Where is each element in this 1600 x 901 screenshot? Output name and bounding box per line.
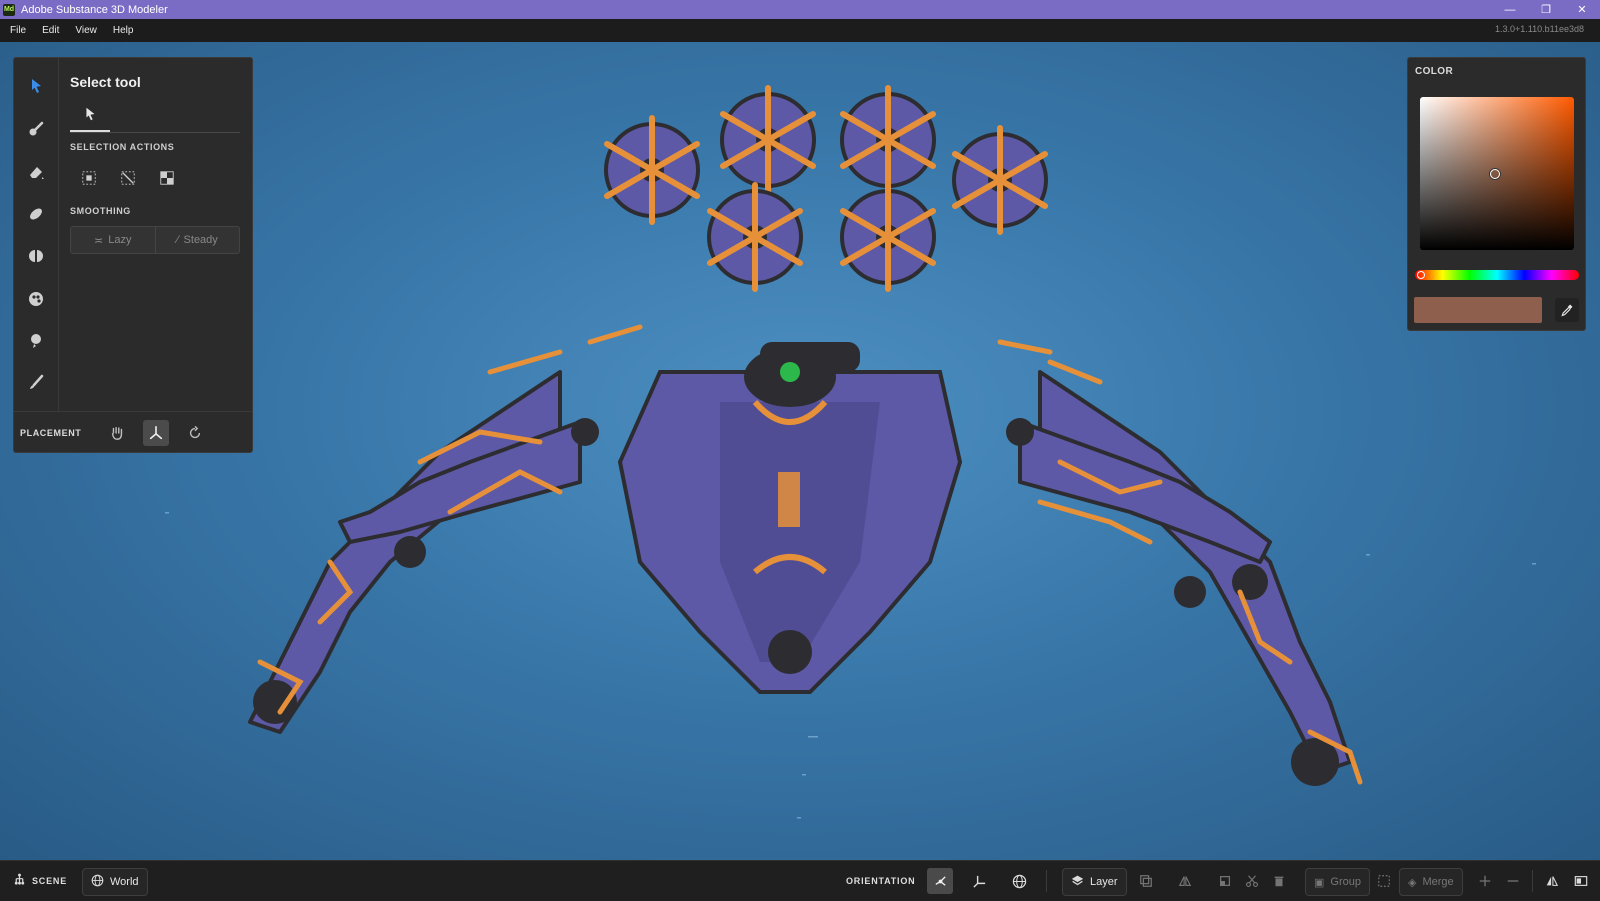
orientation-world-globe-icon[interactable] (1006, 868, 1032, 894)
tool-panel: Select tool SELECTION ACTIONS SMOOTHING … (13, 57, 253, 453)
minimize-icon[interactable]: — (1492, 0, 1528, 19)
close-icon[interactable]: ✕ (1564, 0, 1600, 19)
divider (1046, 870, 1047, 892)
color-picker-handle[interactable] (1490, 169, 1500, 179)
placement-label: PLACEMENT (20, 427, 82, 438)
view-mode-icon[interactable] (1568, 868, 1594, 894)
smoothing-lazy-button[interactable]: ≍ Lazy (71, 227, 155, 253)
panel-title: Select tool (70, 74, 141, 90)
stamp-icon[interactable] (22, 327, 50, 355)
eyedropper-icon[interactable] (1555, 298, 1579, 322)
tab-divider (70, 132, 240, 133)
globe-icon (91, 874, 104, 890)
symmetry-toggle-icon[interactable] (1539, 868, 1565, 894)
hue-slider[interactable] (1415, 270, 1579, 280)
color-panel-title: COLOR (1415, 66, 1454, 77)
window-controls: — ❐ ✕ (1492, 0, 1600, 19)
smooth-brush-icon[interactable] (22, 200, 50, 228)
layer-label: Layer (1090, 876, 1118, 888)
group-icon: ▣ (1314, 876, 1325, 889)
group-label: Group (1330, 876, 1361, 888)
bottom-toolbar: SCENE World ORIENTATION Layer ▣ Group ◈ … (0, 860, 1600, 901)
menu-view[interactable]: View (67, 25, 105, 36)
duplicate-icon[interactable] (1133, 868, 1159, 894)
scene-toggle[interactable]: SCENE (13, 868, 67, 894)
merge-button[interactable]: ◈ Merge (1399, 868, 1463, 896)
smoothing-label: SMOOTHING (70, 206, 131, 216)
menu-help[interactable]: Help (105, 25, 142, 36)
clay-brush-icon[interactable] (22, 115, 50, 143)
divider (1532, 870, 1533, 892)
smoothing-steady-label: Steady (183, 234, 218, 246)
add-icon[interactable] (1472, 868, 1498, 894)
deselect-icon[interactable] (115, 165, 141, 191)
orientation-label: ORIENTATION (846, 876, 916, 886)
orientation-group: ORIENTATION (846, 868, 915, 894)
delete-icon[interactable] (1266, 868, 1292, 894)
scene-tree-icon (13, 873, 26, 889)
rotate-icon[interactable] (182, 420, 208, 446)
saturation-value-picker[interactable] (1420, 97, 1574, 250)
select-icon[interactable] (22, 72, 50, 100)
menu-edit[interactable]: Edit (34, 25, 67, 36)
title-bar: Md Adobe Substance 3D Modeler — ❐ ✕ (0, 0, 1600, 19)
cut-icon[interactable] (1239, 868, 1265, 894)
world-button[interactable]: World (82, 868, 148, 896)
erase-icon[interactable] (22, 158, 50, 186)
symmetry-icon[interactable] (22, 242, 50, 270)
hue-slider-handle[interactable] (1417, 271, 1425, 279)
tool-strip (14, 58, 59, 411)
select-all-icon[interactable] (76, 165, 102, 191)
lazy-icon: ≍ (94, 234, 104, 247)
smoothing-lazy-label: Lazy (108, 234, 132, 246)
smoothing-toggle-group: ≍ Lazy ∕ Steady (70, 226, 240, 254)
smoothing-steady-button[interactable]: ∕ Steady (154, 227, 240, 253)
menu-bar: File Edit View Help 1.3.0+1.110.b11ee3d8 (0, 19, 1600, 42)
placement-bar: PLACEMENT (14, 411, 252, 453)
gizmo-icon[interactable] (143, 419, 169, 446)
mirror-icon[interactable] (1172, 868, 1198, 894)
ungroup-icon[interactable] (1371, 868, 1397, 894)
orientation-local-axis-icon[interactable] (966, 868, 992, 894)
selection-actions-label: SELECTION ACTIONS (70, 142, 175, 152)
hand-icon[interactable] (104, 420, 130, 446)
scene-label: SCENE (32, 876, 68, 886)
app-logo-icon: Md (3, 3, 15, 16)
version-label: 1.3.0+1.110.b11ee3d8 (1494, 24, 1584, 34)
paint-icon[interactable] (22, 285, 50, 313)
invert-selection-icon[interactable] (154, 165, 180, 191)
window-title: Adobe Substance 3D Modeler (21, 3, 168, 16)
subtract-icon[interactable] (1500, 868, 1526, 894)
merge-label: Merge (1422, 876, 1454, 888)
copy-icon[interactable] (1212, 868, 1238, 894)
world-label: World (110, 876, 139, 888)
restore-icon[interactable]: ❐ (1528, 0, 1564, 19)
layer-icon (1071, 874, 1084, 890)
draw-brush-icon[interactable] (22, 369, 50, 397)
current-color-swatch[interactable] (1414, 297, 1542, 323)
color-panel: COLOR (1407, 57, 1586, 331)
steady-icon: ∕ (176, 234, 179, 246)
turret-gears (604, 85, 1048, 292)
group-button[interactable]: ▣ Group (1305, 868, 1370, 896)
orientation-object-icon[interactable] (927, 868, 953, 894)
merge-icon: ◈ (1408, 876, 1417, 889)
tab-select-pointer[interactable] (70, 102, 110, 132)
layer-button[interactable]: Layer (1062, 868, 1127, 896)
menu-file[interactable]: File (2, 25, 34, 36)
